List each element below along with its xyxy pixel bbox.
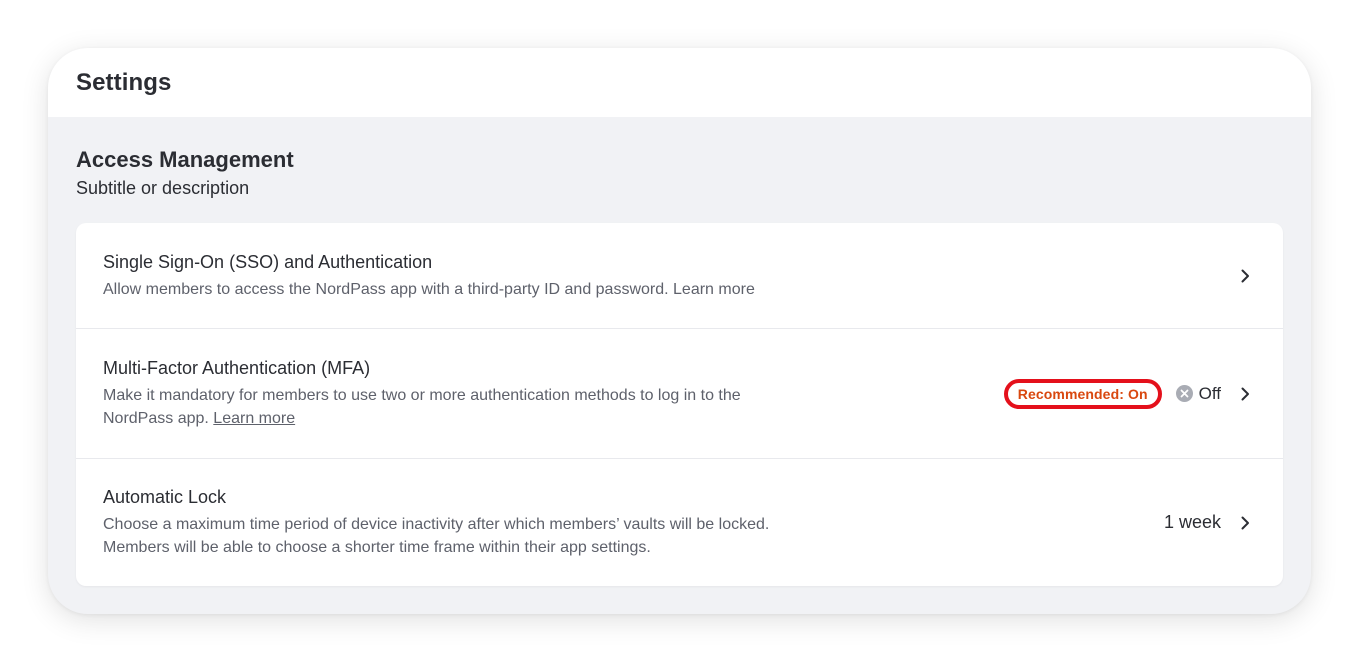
automatic-lock-setting-row[interactable]: Automatic Lock Choose a maximum time per… bbox=[76, 459, 1283, 586]
sso-setting-row[interactable]: Single Sign-On (SSO) and Authentication … bbox=[76, 223, 1283, 329]
mfa-controls: Recommended: On Off bbox=[1003, 378, 1255, 409]
settings-card: Single Sign-On (SSO) and Authentication … bbox=[76, 223, 1283, 586]
chevron-right-icon[interactable] bbox=[1235, 266, 1255, 286]
mfa-description-line2-wrap: NordPass app. Learn more bbox=[103, 407, 1004, 430]
x-circle-icon bbox=[1175, 385, 1193, 402]
automatic-lock-value: 1 week bbox=[1163, 512, 1221, 532]
mfa-setting-row[interactable]: Multi-Factor Authentication (MFA) Make i… bbox=[76, 329, 1283, 459]
automatic-lock-controls: 1 week bbox=[1164, 512, 1255, 533]
mfa-title: Multi-Factor Authentication (MFA) bbox=[103, 358, 371, 378]
header: Settings bbox=[48, 48, 1311, 117]
settings-window: Settings Access Management Subtitle or d… bbox=[48, 48, 1311, 614]
mfa-description: Make it mandatory for members to use two… bbox=[103, 384, 1004, 430]
page-title: Settings bbox=[76, 68, 172, 96]
sso-description: Allow members to access the NordPass app… bbox=[103, 278, 1221, 301]
automatic-lock-description-line2: Members will be able to choose a shorter… bbox=[103, 539, 651, 556]
sso-text: Single Sign-On (SSO) and Authentication … bbox=[103, 251, 1221, 301]
mfa-description-line2: NordPass app. bbox=[103, 410, 209, 427]
recommended-highlight: Recommended: On bbox=[1003, 378, 1162, 409]
chevron-right-icon[interactable] bbox=[1235, 384, 1255, 404]
sso-title: Single Sign-On (SSO) and Authentication bbox=[103, 251, 433, 272]
mfa-learn-more-link[interactable]: Learn more bbox=[213, 410, 295, 427]
sso-learn-more-link[interactable]: Learn more bbox=[673, 281, 755, 298]
access-management-section: Access Management Subtitle or descriptio… bbox=[48, 117, 1311, 199]
automatic-lock-text: Automatic Lock Choose a maximum time per… bbox=[103, 486, 1164, 559]
mfa-status-text: Off bbox=[1198, 383, 1221, 403]
automatic-lock-description-line1: Choose a maximum time period of device i… bbox=[103, 516, 770, 533]
automatic-lock-description: Choose a maximum time period of device i… bbox=[103, 513, 1164, 559]
sso-description-text: Allow members to access the NordPass app… bbox=[103, 280, 669, 298]
mfa-text: Multi-Factor Authentication (MFA) Make i… bbox=[103, 357, 1004, 430]
chevron-right-icon[interactable] bbox=[1235, 513, 1255, 533]
mfa-description-line1: Make it mandatory for members to use two… bbox=[103, 387, 741, 404]
recommended-badge: Recommended: On bbox=[1017, 385, 1148, 402]
section-subtitle: Subtitle or description bbox=[76, 178, 250, 198]
section-title: Access Management bbox=[76, 147, 294, 172]
mfa-status: Off bbox=[1175, 383, 1221, 404]
sso-controls bbox=[1221, 266, 1255, 286]
automatic-lock-title: Automatic Lock bbox=[103, 487, 227, 507]
